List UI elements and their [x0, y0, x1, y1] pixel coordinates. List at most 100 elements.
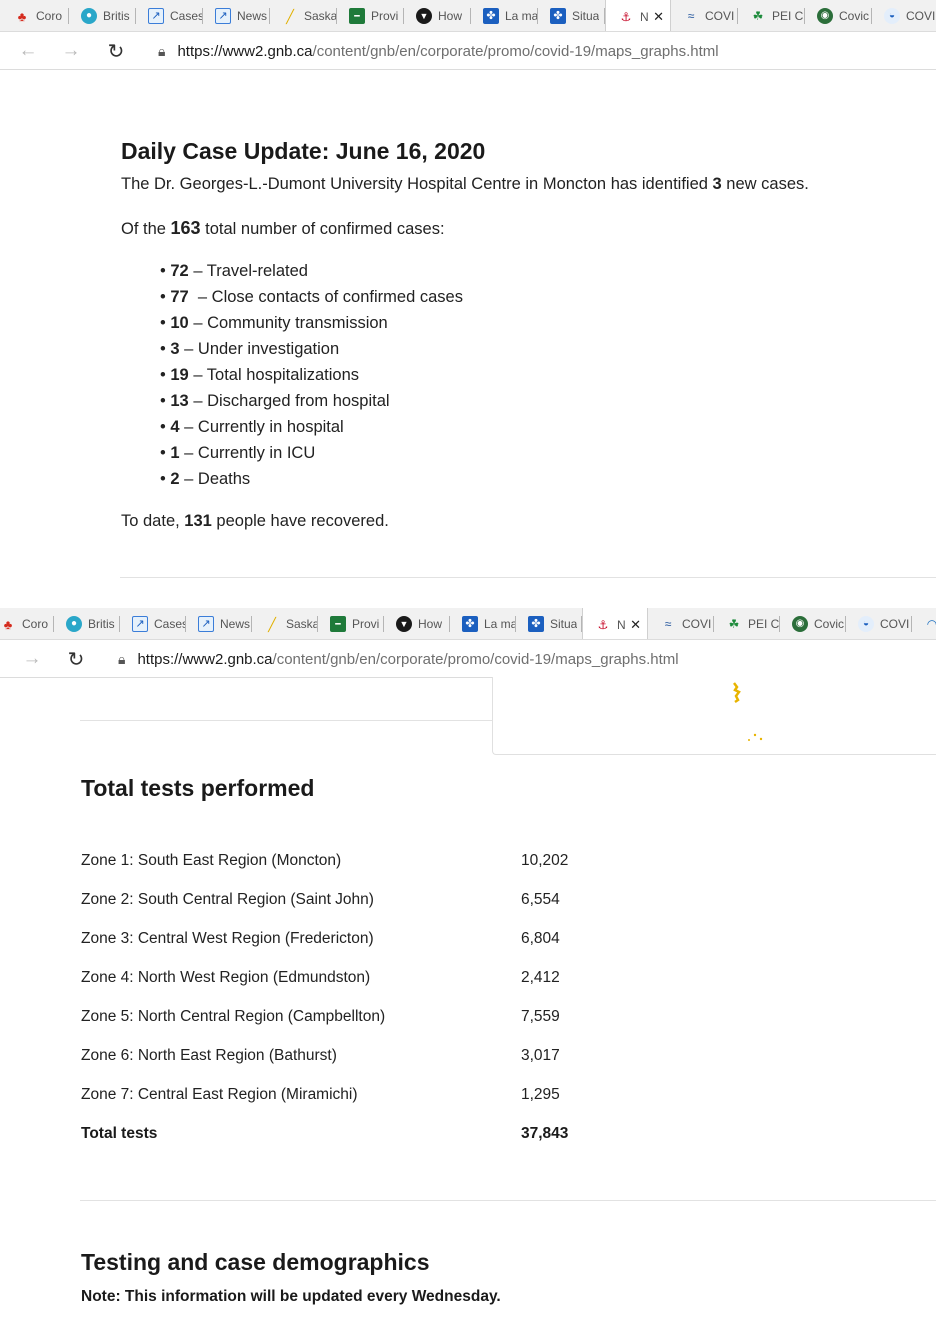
- how-icon: ▼: [416, 8, 432, 24]
- chart-icon: ↗: [132, 616, 148, 632]
- quebec-fleur-icon: ✤: [528, 616, 544, 632]
- browser-tab[interactable]: ━ Provi: [337, 0, 404, 31]
- browser-tab[interactable]: ↗ Cases: [136, 0, 203, 31]
- globe-icon: ◉: [792, 616, 808, 632]
- tab-title: Britis: [88, 617, 115, 631]
- tab-title: La ma: [505, 9, 538, 23]
- alberta-icon: ◒: [858, 616, 874, 632]
- zone-name: Zone 2: South Central Region (Saint John…: [81, 890, 374, 908]
- reload-icon[interactable]: ↻: [104, 39, 128, 63]
- breakdown-item: • 19 – Total hospitalizations: [160, 366, 360, 384]
- test-count: 6,804: [521, 929, 560, 947]
- breakdown-item: • 4 – Currently in hospital: [160, 418, 344, 436]
- browser-tab[interactable]: ◠W: [912, 608, 936, 639]
- browser-tab[interactable]: ✤ Situa: [538, 0, 605, 31]
- browser-tab[interactable]: ━ Provi: [318, 608, 384, 639]
- breakdown-label: – Total hospitalizations: [188, 366, 360, 384]
- browser-tab[interactable]: ≈ COVI: [648, 608, 714, 639]
- browser-tab[interactable]: ● Britis: [69, 0, 136, 31]
- browser-tab[interactable]: ⚓ N ✕: [582, 608, 648, 639]
- browser-tab[interactable]: ◒ COVI: [846, 608, 912, 639]
- browser-tab[interactable]: ↗ Cases: [120, 608, 186, 639]
- breakdown-label: – Deaths: [179, 470, 251, 488]
- covid-icon: ≈: [664, 617, 672, 631]
- browser-tab[interactable]: ♣ Coro: [0, 608, 54, 639]
- section-divider: [80, 1200, 936, 1201]
- pei-icon: ☘: [728, 617, 740, 631]
- browser-tab[interactable]: ╱ Saska: [252, 608, 318, 639]
- reload-icon[interactable]: ↻: [64, 647, 88, 671]
- tab-title: Saska: [286, 617, 318, 631]
- browser-tab[interactable]: ✤ Situa: [516, 608, 582, 639]
- maple-leaf-icon: ♣: [3, 616, 13, 632]
- breakdown-value: 3: [170, 340, 180, 358]
- bc-icon: ●: [81, 8, 97, 24]
- tab-title: Provi: [352, 617, 380, 631]
- nb-icon: ⚓: [597, 617, 609, 632]
- map-speck: [753, 733, 757, 737]
- table-row: Zone 4: North West Region (Edmundston) 2,…: [81, 958, 568, 997]
- tab-title: Covic: [839, 9, 870, 23]
- recovered-statement: To date, 131 people have recovered.: [121, 512, 389, 530]
- map-coastline: [733, 682, 741, 704]
- new-cases-count: 3: [712, 175, 722, 193]
- browser-tab[interactable]: ◉ Covic: [805, 0, 872, 31]
- address-bar[interactable]: 🔒︎ https://www2.gnb.ca/content/gnb/en/co…: [118, 646, 679, 672]
- tab-title: COVI: [682, 617, 712, 631]
- saskatchewan-icon: ╱: [286, 8, 294, 24]
- tab-title: Coro: [36, 9, 63, 23]
- breakdown-label: – Travel-related: [188, 262, 308, 280]
- update-note: Note: This information will be updated e…: [81, 1288, 501, 1305]
- quebec-fleur-icon: ✤: [483, 8, 499, 24]
- browser-tab[interactable]: ● Britis: [54, 608, 120, 639]
- table-row: Zone 5: North Central Region (Campbellto…: [81, 997, 568, 1036]
- browser-tab[interactable]: ☘ PEI C: [738, 0, 805, 31]
- map-speck: [748, 739, 750, 741]
- breakdown-value: 13: [170, 392, 189, 410]
- browser-tab[interactable]: ✤ La ma: [450, 608, 516, 639]
- browser-tab[interactable]: ☘ PEI C: [714, 608, 780, 639]
- breakdown-label: – Close contacts of confirmed cases: [188, 288, 463, 306]
- forward-arrow-icon[interactable]: →: [20, 647, 44, 671]
- browser-tab[interactable]: ▼ How: [384, 608, 450, 639]
- close-tab-icon[interactable]: ✕: [653, 9, 664, 25]
- breakdown-item: • 10 – Community transmission: [160, 314, 388, 332]
- close-tab-icon[interactable]: ✕: [630, 617, 641, 633]
- pei-icon: ☘: [752, 9, 764, 23]
- breakdown-item: • 13 – Discharged from hospital: [160, 392, 390, 410]
- browser-tab[interactable]: ▼ How: [404, 0, 471, 31]
- tests-table: Zone 1: South East Region (Moncton) 10,20…: [81, 841, 568, 1153]
- browser-tab[interactable]: ≈ COVI: [671, 0, 738, 31]
- breakdown-item: • 3 – Under investigation: [160, 340, 340, 358]
- map-speck: [759, 737, 763, 741]
- confirmed-total-statement: Of the 163 total number of confirmed cas…: [121, 218, 445, 238]
- table-row: Zone 3: Central West Region (Fredericton…: [81, 919, 568, 958]
- browser-tab[interactable]: ◉ Covic: [780, 608, 846, 639]
- breakdown-value: 2: [170, 470, 180, 488]
- back-arrow-icon[interactable]: ←: [16, 39, 40, 63]
- breakdown-item: • 1 – Currently in ICU: [160, 444, 316, 462]
- total-label: Total tests: [81, 1124, 158, 1142]
- test-count: 7,559: [521, 1007, 560, 1025]
- browser-tab[interactable]: ╱ Saska: [270, 0, 337, 31]
- section-divider: [80, 720, 493, 721]
- browser-tab[interactable]: ↗ News: [186, 608, 252, 639]
- browser-tab[interactable]: ↗ News: [203, 0, 270, 31]
- tab-title: How: [438, 9, 463, 23]
- browser-tab[interactable]: ♣ Coro: [2, 0, 69, 31]
- browser-tab[interactable]: ⚓ N ✕: [605, 0, 671, 31]
- zone-name: Zone 1: South East Region (Moncton): [81, 851, 342, 869]
- zone-name: Zone 3: Central West Region (Fredericton…: [81, 929, 374, 947]
- breakdown-item: • 2 – Deaths: [160, 470, 251, 488]
- address-bar[interactable]: 🔒︎ https://www2.gnb.ca/content/gnb/en/co…: [158, 38, 719, 64]
- province-icon: ━: [330, 616, 346, 632]
- total-row: Total tests 37,843: [81, 1114, 568, 1153]
- maple-leaf-icon: ♣: [17, 8, 27, 24]
- browser-tab[interactable]: ✤ La ma: [471, 0, 538, 31]
- test-count: 6,554: [521, 890, 560, 908]
- forward-arrow-icon[interactable]: →: [59, 39, 83, 63]
- chart-icon: ↗: [148, 8, 164, 24]
- tab-title: N: [617, 617, 626, 632]
- breakdown-item: • 72 – Travel-related: [160, 262, 308, 280]
- browser-tab[interactable]: ◒ COVI: [872, 0, 936, 31]
